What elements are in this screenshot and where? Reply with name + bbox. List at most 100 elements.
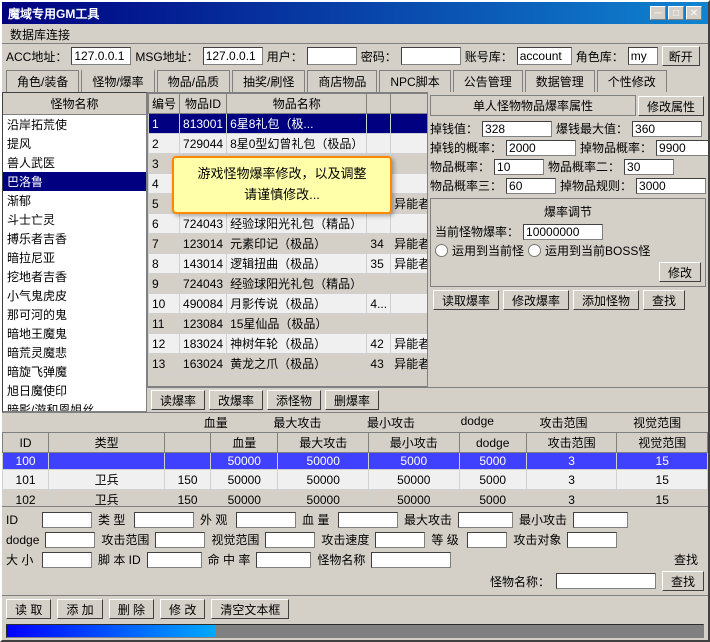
radio-current[interactable]	[435, 244, 448, 257]
role-input[interactable]	[628, 47, 658, 65]
db-input[interactable]	[517, 47, 572, 65]
guard-table: ID 类型 血量 最大攻击 最小攻击 dodge 攻击范围 视觉范围	[2, 432, 708, 506]
item-rate3-input[interactable]	[506, 178, 556, 194]
monster-item[interactable]: 暗地王魔鬼	[3, 324, 146, 343]
monster-name-find-field[interactable]	[556, 573, 656, 589]
monster-item[interactable]: 斗士亡灵	[3, 210, 146, 229]
drop-rate-input[interactable]	[506, 140, 576, 156]
delete-rate-btn[interactable]: 删爆率	[325, 390, 379, 410]
tab-shop-items[interactable]: 商店物品	[307, 70, 377, 92]
monster-item[interactable]: 渐郁	[3, 191, 146, 210]
monster-item[interactable]: 搏乐者吉香	[3, 229, 146, 248]
guard-table-scroll[interactable]: ID 类型 血量 最大攻击 最小攻击 dodge 攻击范围 视觉范围	[2, 432, 708, 506]
table-row[interactable]: 10490084月影传说（极品）4...	[149, 294, 429, 314]
tab-personal[interactable]: 个性修改	[597, 70, 667, 92]
table-row[interactable]: 1112308415星仙品（极品）	[149, 314, 429, 334]
dodge-field[interactable]	[45, 532, 95, 548]
modify-rate-btn2[interactable]: 改爆率	[209, 390, 263, 410]
tab-role-equip[interactable]: 角色/装备	[6, 70, 79, 92]
clear-button[interactable]: 清空文本框	[211, 599, 289, 619]
type-field[interactable]	[134, 512, 194, 528]
max-atk-field[interactable]	[458, 512, 513, 528]
guard-col-min-atk: 最小攻击	[367, 414, 415, 431]
table-row[interactable]: 6724043经验球阳光礼包（精品）	[149, 214, 429, 234]
connect-button[interactable]: 断开	[662, 46, 700, 66]
add-monster-button[interactable]: 添加怪物	[573, 290, 639, 310]
monster-item[interactable]: 沿岸拓荒使	[3, 115, 146, 134]
find-monster-button[interactable]: 查找	[643, 290, 685, 310]
add-monster-btn2[interactable]: 添怪物	[267, 390, 321, 410]
monster-item[interactable]: 巴洛鲁	[3, 172, 146, 191]
atk-range-field[interactable]	[155, 532, 205, 548]
table-row[interactable]: 7123014元素印记（极品）34异能者	[149, 234, 429, 254]
table-row[interactable]: 1 813001 6星8礼包（极...	[149, 114, 429, 134]
view-range-field[interactable]	[265, 532, 315, 548]
cell-item-id: 813001	[180, 114, 227, 134]
table-row[interactable]: 100 500005000050005000315	[3, 453, 708, 470]
item-rate1-input[interactable]	[494, 159, 544, 175]
table-row[interactable]: 101卫兵150 5000050000500005000315	[3, 470, 708, 490]
close-button[interactable]: ✕	[686, 6, 702, 20]
table-row[interactable]: 12183024神树年轮（极品）42异能者	[149, 334, 429, 354]
maximize-button[interactable]: □	[668, 6, 684, 20]
atk-speed-field[interactable]	[375, 532, 425, 548]
drop-item-rate-input[interactable]	[656, 140, 708, 156]
current-rate-input[interactable]	[523, 224, 603, 240]
tab-item-quality[interactable]: 物品/品质	[157, 70, 230, 92]
radio-boss[interactable]	[528, 244, 541, 257]
tab-lottery[interactable]: 抽奖/刷怪	[232, 70, 305, 92]
tab-data-mgmt[interactable]: 数据管理	[525, 70, 595, 92]
monster-item[interactable]: 旭日魔使印	[3, 381, 146, 400]
table-row[interactable]: 102卫兵150 5000050000500005000315	[3, 490, 708, 507]
read-rate-button[interactable]: 读取爆率	[433, 290, 499, 310]
pwd-input[interactable]	[401, 47, 461, 65]
tab-monster-rate[interactable]: 怪物/爆率	[81, 69, 154, 92]
find-btn[interactable]: 查找	[662, 571, 704, 591]
monster-item[interactable]: 兽人武医	[3, 153, 146, 172]
add-button[interactable]: 添 加	[57, 599, 102, 619]
monster-item[interactable]: 提风	[3, 134, 146, 153]
level-field[interactable]	[467, 532, 507, 548]
monster-item[interactable]: 挖地者吉香	[3, 267, 146, 286]
appearance-field[interactable]	[236, 512, 296, 528]
monster-item[interactable]: 暗荒灵魔悲	[3, 343, 146, 362]
explosion-modify-button[interactable]: 修改	[659, 262, 701, 282]
tab-npc-script[interactable]: NPC脚本	[379, 70, 450, 92]
main-window: 魔域专用GM工具 ─ □ ✕ 数据库连接 ACC地址： MSG地址： 用户： 密…	[0, 0, 710, 642]
atk-target-field[interactable]	[567, 532, 617, 548]
monster-name-field[interactable]	[371, 552, 451, 568]
tab-announcement[interactable]: 公告管理	[453, 70, 523, 92]
user-input[interactable]	[307, 47, 357, 65]
death-rate-field[interactable]	[256, 552, 311, 568]
modify-attr-button[interactable]: 修改属性	[638, 96, 704, 116]
monster-list-scroll[interactable]: 沿岸拓荒使 提风 兽人武医 巴洛鲁 渐郁 斗士亡灵 搏乐者吉香 暗拉尼亚 挖地者…	[3, 115, 146, 411]
table-row[interactable]: 2 729044 8星0型幻曾礼包（极品）	[149, 134, 429, 154]
id-field[interactable]	[42, 512, 92, 528]
modify-rate-button[interactable]: 修改爆率	[503, 290, 569, 310]
delete-button[interactable]: 删 除	[109, 599, 154, 619]
min-atk-field[interactable]	[573, 512, 628, 528]
menu-database[interactable]: 数据库连接	[6, 26, 74, 41]
hp-field[interactable]	[338, 512, 398, 528]
minimize-button[interactable]: ─	[650, 6, 666, 20]
monster-item[interactable]: 那可河的鬼	[3, 305, 146, 324]
table-row[interactable]: 8143014逻辑扭曲（极品）35异能者	[149, 254, 429, 274]
read-rate-btn2[interactable]: 读爆率	[151, 390, 205, 410]
size-field[interactable]	[42, 552, 92, 568]
table-row[interactable]: 13163024黄龙之爪（极品）43异能者	[149, 354, 429, 374]
acc-input[interactable]	[71, 47, 131, 65]
monster-item[interactable]: 暗影/游和恩姐丝	[3, 400, 146, 411]
drop-rule-input[interactable]	[636, 178, 706, 194]
msg-input[interactable]	[203, 47, 263, 65]
item-rate2-input[interactable]	[624, 159, 674, 175]
monster-item[interactable]: 暗旋飞弹魔	[3, 362, 146, 381]
modify-button[interactable]: 修 改	[160, 599, 205, 619]
max-explode-input[interactable]	[632, 121, 702, 137]
monster-item[interactable]: 小气鬼虎皮	[3, 286, 146, 305]
script-id-field[interactable]	[147, 552, 202, 568]
monster-item[interactable]: 暗拉尼亚	[3, 248, 146, 267]
type-label: 类 型	[98, 511, 128, 528]
drop-value-input[interactable]	[482, 121, 552, 137]
table-row[interactable]: 9724043经验球阳光礼包（精品）	[149, 274, 429, 294]
read-button[interactable]: 读 取	[6, 599, 51, 619]
